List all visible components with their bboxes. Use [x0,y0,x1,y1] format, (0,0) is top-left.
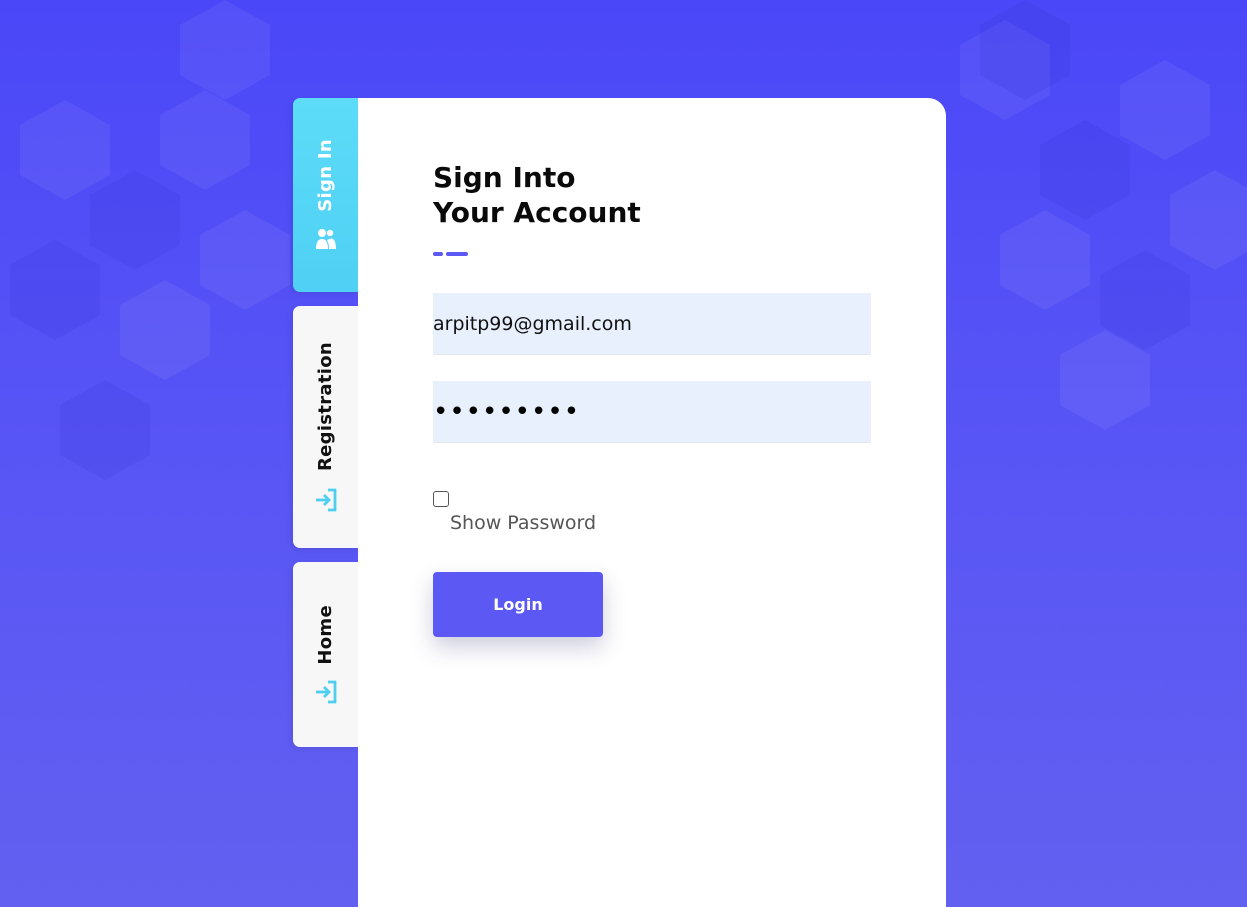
tab-home[interactable]: Home [293,562,358,747]
title-accent-divider [433,252,469,256]
title-line-2: Your Account [433,196,641,229]
sign-in-arrow-icon [314,488,338,512]
login-button[interactable]: Login [433,572,603,637]
users-icon [314,227,338,251]
login-card: Sign Into Your Account ••••••••• Show Pa… [358,98,946,907]
show-password-checkbox[interactable] [433,491,449,507]
tab-registration-label: Registration [315,342,336,472]
password-field[interactable]: ••••••••• [433,381,871,443]
tab-sign-in-label: Sign In [315,138,336,212]
tab-sign-in[interactable]: Sign In [293,98,358,292]
email-field[interactable] [433,293,871,355]
title-line-1: Sign Into [433,161,576,194]
tab-registration[interactable]: Registration [293,306,358,548]
show-password-label: Show Password [450,512,597,534]
tab-home-label: Home [315,604,336,665]
page-title: Sign Into Your Account [433,160,641,230]
sign-in-arrow-icon [314,680,338,704]
